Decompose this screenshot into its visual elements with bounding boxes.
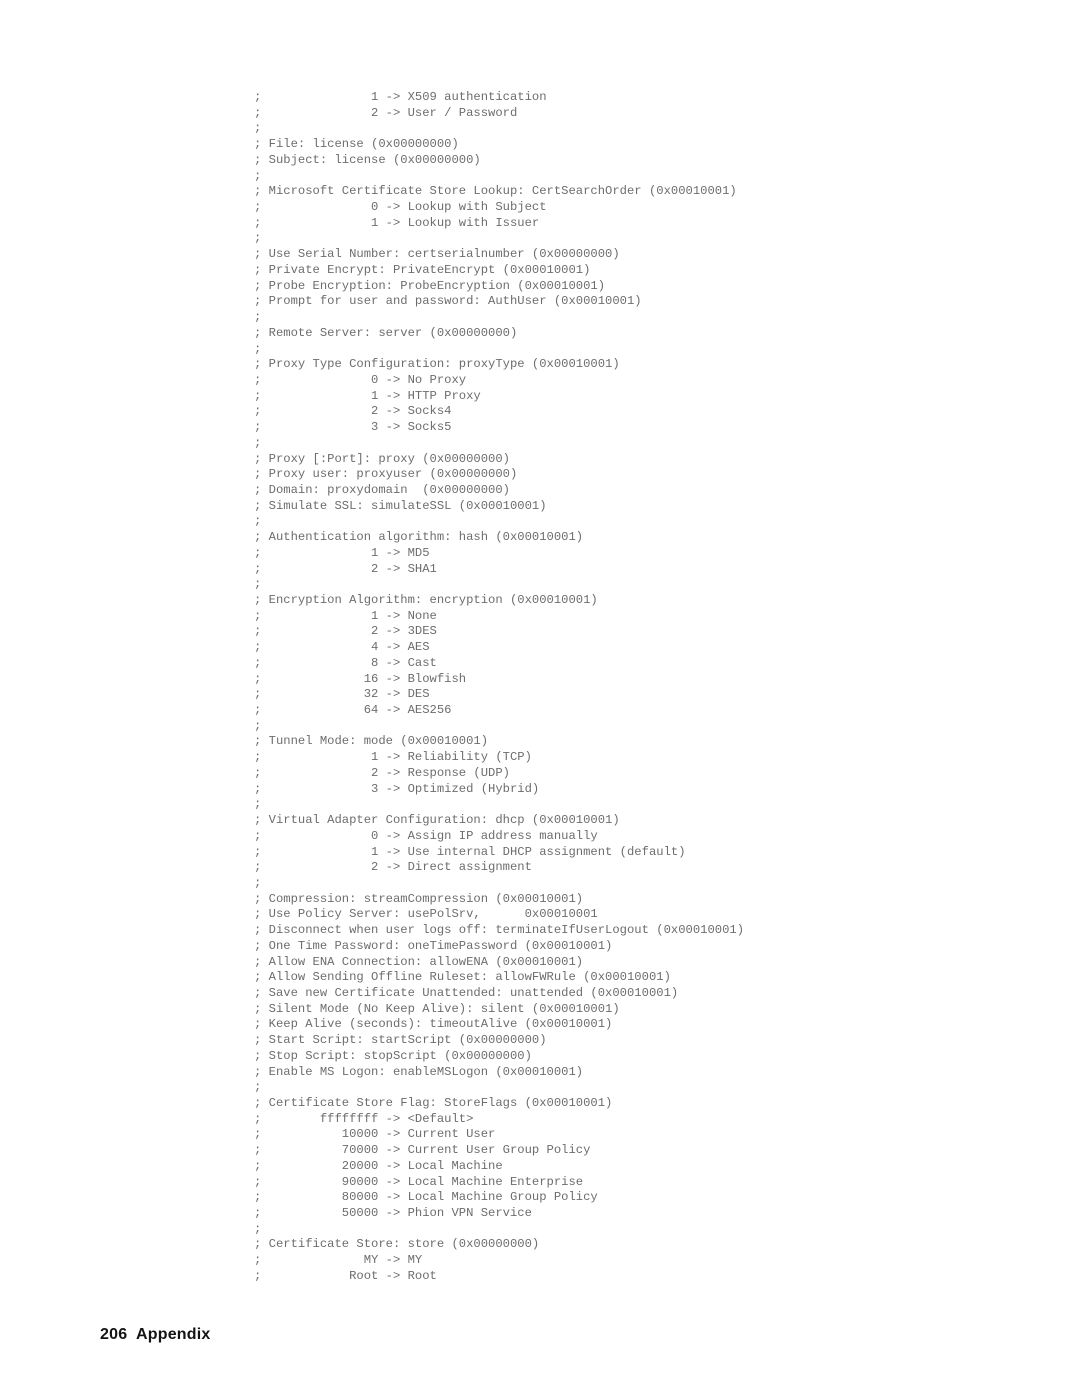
config-line: ; 2 -> Response (UDP) (254, 765, 510, 780)
config-line: ; 2 -> User / Password (254, 105, 518, 120)
config-line: ; 0 -> No Proxy (254, 372, 467, 387)
config-line: ; (254, 341, 262, 356)
config-line: ; 0 -> Lookup with Subject (254, 200, 547, 215)
config-line: ; Disconnect when user logs off: termina… (254, 923, 745, 938)
config-line: ; 4 -> AES (254, 640, 430, 655)
config-line: ; 90000 -> Local Machine Enterprise (254, 1174, 584, 1189)
config-line: ; (254, 875, 262, 890)
config-line: ; 70000 -> Current User Group Policy (254, 1143, 591, 1158)
config-line: ; Proxy user: proxyuser (0x00000000) (254, 467, 518, 482)
config-line: ; 32 -> DES (254, 687, 430, 702)
config-line: ; File: license (0x00000000) (254, 137, 459, 152)
config-line: ; Tunnel Mode: mode (0x00010001) (254, 734, 489, 749)
config-line: ; Simulate SSL: simulateSSL (0x00010001) (254, 498, 547, 513)
config-line: ; 10000 -> Current User (254, 1127, 496, 1142)
config-line: ; 1 -> MD5 (254, 545, 430, 560)
config-line: ; Allow ENA Connection: allowENA (0x0001… (254, 954, 584, 969)
config-line: ; 2 -> 3DES (254, 624, 437, 639)
config-line: ; (254, 121, 262, 136)
config-line: ; Authentication algorithm: hash (0x0001… (254, 530, 584, 545)
config-line: ; Remote Server: server (0x00000000) (254, 325, 518, 340)
config-line: ; Silent Mode (No Keep Alive): silent (0… (254, 1001, 620, 1016)
config-line: ; 1 -> X509 authentication (254, 90, 547, 104)
config-line: ; 1 -> Lookup with Issuer (254, 215, 540, 230)
config-line: ; (254, 1221, 262, 1236)
config-line: ; 0 -> Assign IP address manually (254, 828, 598, 843)
config-line: ; 2 -> Direct assignment (254, 860, 532, 875)
config-line: ; Private Encrypt: PrivateEncrypt (0x000… (254, 262, 591, 277)
config-line: ; Prompt for user and password: AuthUser… (254, 294, 642, 309)
config-line: ; Start Script: startScript (0x00000000) (254, 1033, 547, 1048)
config-line: ; (254, 168, 262, 183)
config-line: ; Certificate Store Flag: StoreFlags (0x… (254, 1096, 613, 1110)
config-line: ; Virtual Adapter Configuration: dhcp (0… (254, 813, 620, 828)
config-line: ; 50000 -> Phion VPN Service (254, 1206, 532, 1221)
config-line: ; One Time Password: oneTimePassword (0x… (254, 938, 613, 953)
config-line: ; 64 -> AES256 (254, 703, 452, 718)
config-line: ; Allow Sending Offline Ruleset: allowFW… (254, 970, 671, 985)
config-line: ; Proxy [:Port]: proxy (0x00000000) (254, 451, 510, 466)
config-line: ; 8 -> Cast (254, 655, 437, 670)
config-line: ; Subject: license (0x00000000) (254, 152, 481, 167)
config-line: ; Use Serial Number: certserialnumber (0… (254, 247, 620, 262)
page-footer: 206 Appendix (100, 1326, 211, 1343)
config-line: ; 1 -> Use internal DHCP assignment (def… (254, 844, 686, 859)
config-line: ; (254, 1080, 262, 1095)
config-line: ; 2 -> SHA1 (254, 561, 437, 576)
config-line: ; Use Policy Server: usePolSrv, 0x000100… (254, 907, 598, 922)
config-line: ; 20000 -> Local Machine (254, 1158, 503, 1173)
config-line: ; 80000 -> Local Machine Group Policy (254, 1190, 598, 1205)
config-line: ; Keep Alive (seconds): timeoutAlive (0x… (254, 1017, 613, 1032)
document-page: ; 1 -> X509 authentication; 2 -> User / … (0, 0, 1080, 1397)
config-line: ; 16 -> Blowfish (254, 671, 467, 686)
config-line: ; Root -> Root (254, 1268, 437, 1283)
config-line: ; MY -> MY (254, 1253, 423, 1268)
config-line: ; Save new Certificate Unattended: unatt… (254, 985, 679, 1000)
config-line: ; (254, 718, 262, 733)
config-line: ; Stop Script: stopScript (0x00000000) (254, 1048, 532, 1063)
config-line: ; (254, 797, 262, 812)
config-line: ; (254, 310, 262, 325)
config-line: ; Microsoft Certificate Store Lookup: Ce… (254, 184, 737, 199)
config-line: ; Compression: streamCompression (0x0001… (254, 891, 584, 906)
config-line: ; 2 -> Socks4 (254, 404, 452, 419)
config-line: ; ffffffff -> <Default> (254, 1111, 474, 1126)
config-line: ; 3 -> Optimized (Hybrid) (254, 781, 540, 796)
config-line: ; Encryption Algorithm: encryption (0x00… (254, 593, 598, 607)
config-line: ; Proxy Type Configuration: proxyType (0… (254, 357, 620, 372)
config-line: ; (254, 577, 262, 592)
config-line: ; Enable MS Logon: enableMSLogon (0x0001… (254, 1064, 584, 1079)
config-line: ; (254, 231, 262, 246)
config-line: ; 1 -> Reliability (TCP) (254, 750, 532, 765)
config-line: ; Certificate Store: store (0x00000000) (254, 1237, 540, 1252)
config-line: ; Probe Encryption: ProbeEncryption (0x0… (254, 278, 606, 293)
config-line: ; (254, 435, 262, 450)
config-line: ; Domain: proxydomain (0x00000000) (254, 482, 510, 497)
config-line: ; (254, 514, 262, 529)
config-line: ; 1 -> HTTP Proxy (254, 388, 481, 403)
config-line: ; 1 -> None (254, 608, 437, 623)
config-line: ; 3 -> Socks5 (254, 420, 452, 435)
config-listing: ; 1 -> X509 authentication; 2 -> User / … (254, 90, 744, 1285)
